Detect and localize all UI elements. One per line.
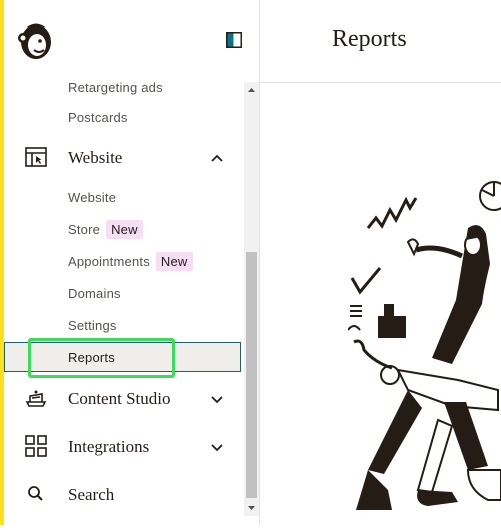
reports-illustration — [347, 170, 501, 525]
content-studio-icon — [24, 386, 48, 410]
chevron-up-icon — [210, 151, 224, 163]
section-website-label: Website — [68, 148, 123, 167]
new-badge: New — [106, 220, 143, 239]
highlight-box — [28, 338, 175, 378]
sidebar: Retargeting ads Postcards Website Websit… — [4, 0, 260, 525]
main-header: Reports — [260, 0, 501, 83]
sidebar-scrollbar[interactable] — [244, 82, 259, 516]
search-icon — [24, 482, 48, 506]
nav-item-appointments-label: Appointments — [68, 254, 150, 269]
nav-item-domains[interactable]: Domains — [68, 286, 121, 301]
section-search[interactable]: Search — [4, 476, 242, 512]
nav-item-appointments[interactable]: Appointments New — [68, 252, 193, 271]
main-content: Reports — [260, 0, 501, 525]
nav-item-website[interactable]: Website — [68, 190, 116, 205]
nav-item-postcards[interactable]: Postcards — [68, 110, 128, 125]
nav-item-store[interactable]: Store New — [68, 220, 143, 239]
website-icon — [24, 145, 48, 169]
scroll-down-arrow-icon[interactable] — [244, 499, 259, 516]
section-integrations[interactable]: Integrations — [4, 428, 242, 464]
section-search-label: Search — [68, 485, 115, 504]
panel-toggle-icon[interactable] — [226, 32, 242, 48]
nav-item-settings[interactable]: Settings — [68, 318, 117, 333]
nav-item-retargeting-ads[interactable]: Retargeting ads — [68, 80, 163, 95]
integrations-grid-icon — [24, 434, 48, 458]
section-content-studio-label: Content Studio — [68, 389, 171, 408]
nav-item-store-label: Store — [68, 222, 101, 237]
scroll-up-arrow-icon[interactable] — [244, 82, 259, 99]
mailchimp-logo-icon[interactable] — [16, 20, 56, 62]
section-integrations-label: Integrations — [68, 437, 150, 456]
chevron-down-icon — [210, 392, 224, 404]
sidebar-header — [4, 0, 259, 82]
scrollbar-thumb[interactable] — [246, 252, 257, 498]
chevron-down-icon — [210, 440, 224, 452]
section-content-studio[interactable]: Content Studio — [4, 380, 242, 416]
new-badge: New — [155, 252, 193, 271]
section-website[interactable]: Website — [4, 139, 242, 175]
sidebar-nav: Retargeting ads Postcards Website Websit… — [4, 76, 242, 516]
page-title: Reports — [332, 26, 407, 52]
